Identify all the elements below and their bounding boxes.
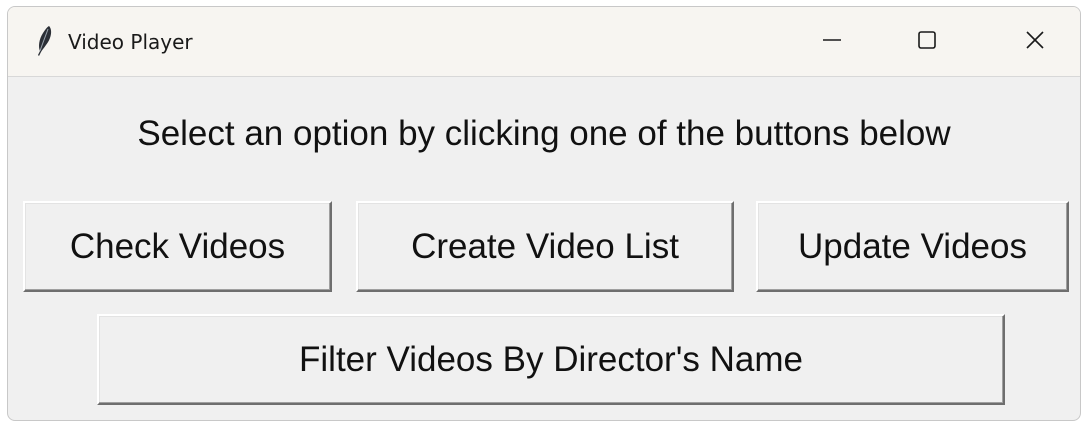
- main-content: Select an option by clicking one of the …: [8, 77, 1080, 420]
- title-bar[interactable]: Video Player: [8, 7, 1080, 77]
- create-video-list-button[interactable]: Create Video List: [356, 201, 734, 292]
- filter-by-director-button[interactable]: Filter Videos By Director's Name: [97, 314, 1005, 405]
- feather-icon: [34, 25, 54, 57]
- minimize-icon: [822, 30, 842, 55]
- maximize-button[interactable]: [877, 7, 977, 77]
- close-icon: [1025, 30, 1045, 55]
- minimize-button[interactable]: [782, 7, 882, 77]
- close-button[interactable]: [985, 7, 1080, 77]
- maximize-icon: [917, 30, 937, 55]
- app-window: Video Player Select an option by clickin…: [7, 6, 1081, 421]
- check-videos-button[interactable]: Check Videos: [23, 201, 332, 292]
- window-title: Video Player: [68, 30, 193, 54]
- instruction-label: Select an option by clicking one of the …: [137, 114, 951, 153]
- update-videos-button[interactable]: Update Videos: [756, 201, 1069, 292]
